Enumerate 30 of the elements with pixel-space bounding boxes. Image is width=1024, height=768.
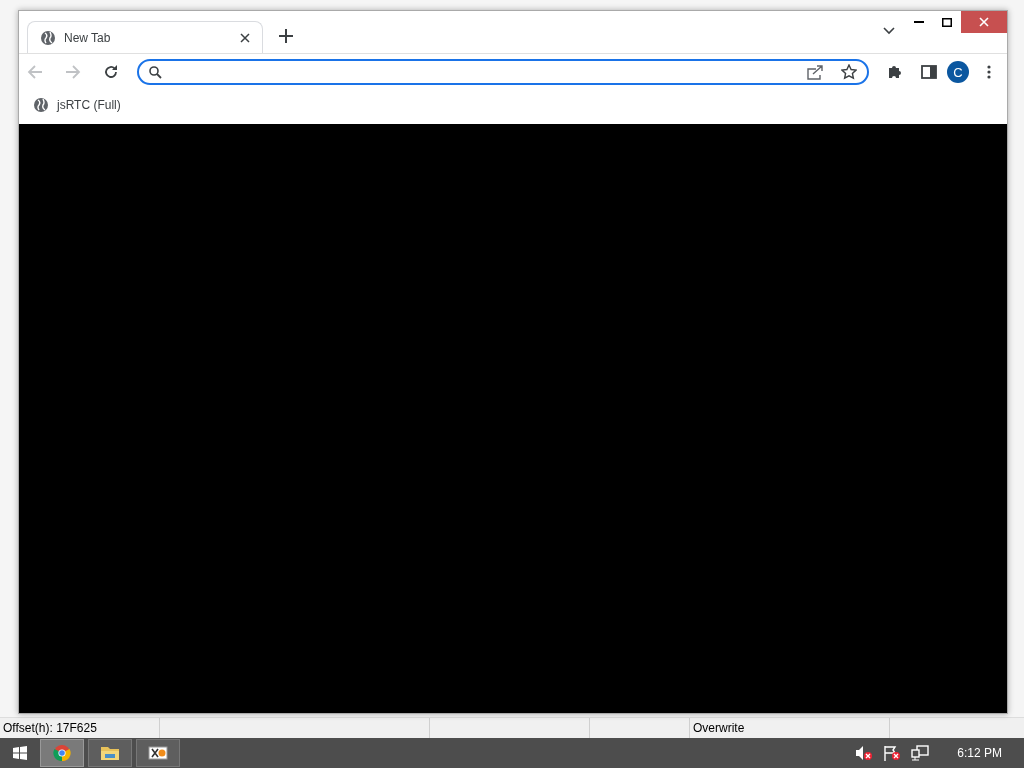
close-button[interactable] [961, 11, 1007, 33]
search-icon [149, 65, 162, 79]
chrome-icon [53, 744, 71, 762]
close-icon[interactable] [240, 32, 250, 43]
address-field[interactable] [137, 59, 869, 85]
close-icon [979, 17, 989, 27]
globe-icon [40, 29, 56, 46]
side-panel-icon[interactable] [921, 65, 937, 79]
plus-icon[interactable] [279, 29, 293, 43]
share-icon[interactable] [807, 64, 823, 80]
taskbar-button[interactable] [136, 739, 180, 767]
reload-icon[interactable] [103, 64, 119, 80]
caret-icon[interactable] [883, 27, 895, 35]
folder-icon [100, 745, 120, 761]
profile-avatar[interactable]: C [947, 61, 969, 83]
windows-icon[interactable] [13, 746, 27, 760]
muted-speaker-icon[interactable] [855, 745, 874, 761]
puzzle-icon[interactable] [887, 64, 903, 80]
globe-icon [33, 97, 49, 113]
taskbar-button[interactable] [88, 739, 132, 767]
tab-title: New Tab [64, 30, 112, 45]
maximize-icon[interactable] [942, 17, 952, 27]
browser-tab[interactable]: New Tab [27, 21, 263, 53]
star-icon[interactable] [841, 64, 857, 80]
hex-editor-icon [148, 745, 168, 761]
bookmark[interactable]: jsRTC (Full) [33, 97, 121, 113]
clock-text: 6:12 PM [957, 746, 1002, 760]
flag-icon[interactable] [883, 745, 902, 761]
more-icon[interactable] [987, 65, 991, 79]
network-icon[interactable] [911, 745, 930, 761]
